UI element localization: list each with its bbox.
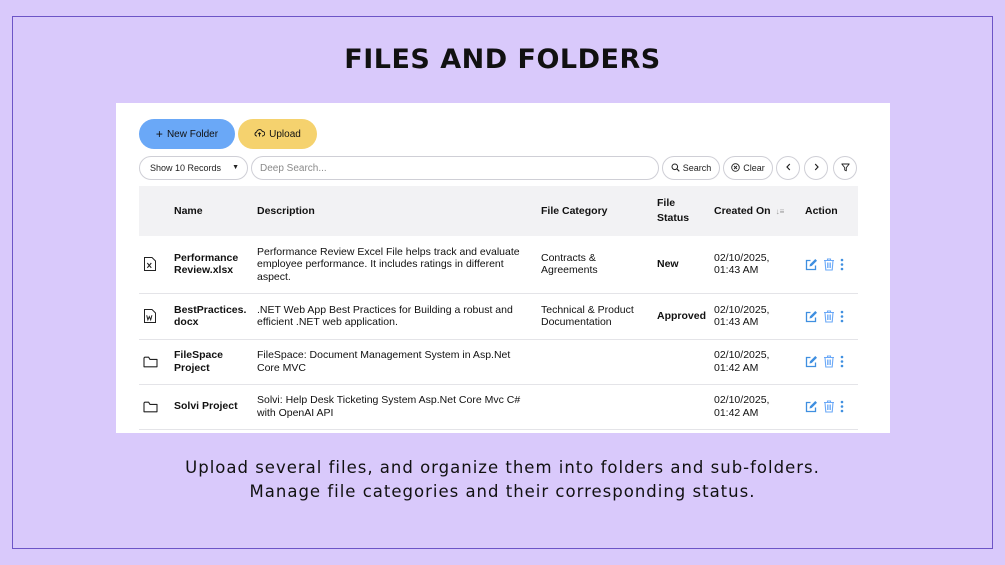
created-time: 01:43 AM xyxy=(714,264,759,277)
created-on: 02/10/2025, 01:43 AM xyxy=(710,236,801,294)
folder-name-link[interactable]: FileSpace Project xyxy=(170,339,253,385)
header-file-status-line2: Status xyxy=(657,212,690,224)
header-created-on-label: Created On xyxy=(714,204,771,217)
row-type-cell xyxy=(139,236,170,294)
tagline-line-1: Upload several files, and organize them … xyxy=(185,458,820,477)
folder-name-link[interactable]: Solvi Project xyxy=(170,384,253,430)
new-folder-button[interactable]: + New Folder xyxy=(139,119,235,149)
edit-icon[interactable] xyxy=(805,400,818,413)
clear-label: Clear xyxy=(743,163,765,173)
word-file-icon xyxy=(143,308,167,324)
created-on: 02/10/2025, 01:43 AM xyxy=(710,293,801,340)
row-type-cell xyxy=(139,339,170,385)
cloud-upload-icon xyxy=(254,128,266,140)
created-time: 01:42 AM xyxy=(714,361,759,374)
row-type-cell xyxy=(139,293,170,340)
plus-icon: + xyxy=(155,127,163,141)
table-header-row: Name Description File Category File Stat… xyxy=(139,186,858,236)
delete-icon[interactable] xyxy=(823,355,835,368)
upload-button[interactable]: Upload xyxy=(238,119,317,149)
header-name[interactable]: Name xyxy=(170,186,253,236)
files-table: Name Description File Category File Stat… xyxy=(139,186,858,430)
header-action: Action xyxy=(801,186,858,236)
row-actions xyxy=(801,293,858,340)
header-description[interactable]: Description xyxy=(253,186,537,236)
chevron-left-icon xyxy=(785,163,792,173)
row-actions xyxy=(801,236,858,294)
created-time: 01:42 AM xyxy=(714,406,759,419)
new-folder-label: New Folder xyxy=(166,128,219,140)
header-file-status[interactable]: File Status xyxy=(653,186,710,236)
records-select-value: Show 10 Records xyxy=(150,163,222,173)
file-category xyxy=(537,339,653,385)
header-file-status-line1: File xyxy=(657,197,676,209)
next-page-button[interactable] xyxy=(804,156,828,180)
page-title: FILES AND FOLDERS xyxy=(344,44,661,75)
clear-button[interactable]: Clear xyxy=(723,156,773,180)
header-file-category[interactable]: File Category xyxy=(537,186,653,236)
folder-icon xyxy=(143,356,167,368)
table-row: Performance Review.xlsx Performance Revi… xyxy=(139,236,858,294)
table-row: Solvi Project Solvi: Help Desk Ticketing… xyxy=(139,384,858,430)
file-description: .NET Web App Best Practices for Building… xyxy=(253,293,537,340)
clear-circle-icon xyxy=(731,162,740,174)
table-toolbar: Show 10 Records ▼ Search Clear xyxy=(116,156,890,180)
chevron-right-icon xyxy=(813,163,820,173)
row-actions xyxy=(801,384,858,430)
feature-tagline: Upload several files, and organize them … xyxy=(0,456,1005,504)
table-row: FileSpace Project FileSpace: Document Ma… xyxy=(139,339,858,385)
sort-icon[interactable]: ↓≡ xyxy=(776,207,785,216)
filter-button[interactable] xyxy=(833,156,857,180)
created-on: 02/10/2025, 01:42 AM xyxy=(710,384,801,430)
deep-search-input[interactable] xyxy=(251,156,659,180)
search-button[interactable]: Search xyxy=(662,156,720,180)
search-label: Search xyxy=(682,163,712,173)
more-options-icon[interactable] xyxy=(840,355,844,368)
created-date: 02/10/2025, xyxy=(714,303,770,316)
created-date: 02/10/2025, xyxy=(714,251,770,264)
excel-file-icon xyxy=(143,256,167,272)
file-status: Approved xyxy=(653,293,710,340)
header-type-cell xyxy=(139,186,170,236)
delete-icon[interactable] xyxy=(823,309,835,323)
more-options-icon[interactable] xyxy=(840,310,844,323)
edit-icon[interactable] xyxy=(805,355,818,368)
created-date: 02/10/2025, xyxy=(714,349,770,361)
created-time: 01:43 AM xyxy=(714,316,759,328)
records-per-page-select[interactable]: Show 10 Records ▼ xyxy=(139,156,248,180)
file-name-link[interactable]: BestPractices.docx xyxy=(170,293,253,340)
folder-description: Solvi: Help Desk Ticketing System Asp.Ne… xyxy=(253,384,537,430)
more-options-icon[interactable] xyxy=(840,400,844,413)
delete-icon[interactable] xyxy=(823,258,835,271)
file-status: New xyxy=(653,236,710,294)
caret-down-icon: ▼ xyxy=(232,164,239,171)
filter-icon xyxy=(840,163,850,174)
header-created-on[interactable]: Created On ↓≡ xyxy=(710,186,801,236)
search-icon xyxy=(671,163,680,174)
edit-icon[interactable] xyxy=(805,258,818,271)
table-row: BestPractices.docx .NET Web App Best Pra… xyxy=(139,293,858,340)
file-status xyxy=(653,339,710,385)
row-type-cell xyxy=(139,384,170,430)
folder-description: FileSpace: Document Management System in… xyxy=(253,339,537,385)
file-status xyxy=(653,384,710,430)
folder-icon xyxy=(143,401,167,413)
created-date: 02/10/2025, xyxy=(714,394,770,406)
row-actions xyxy=(801,339,858,385)
upload-label: Upload xyxy=(269,128,301,140)
file-category: Technical & Product Documentation xyxy=(537,293,653,340)
delete-icon[interactable] xyxy=(823,400,835,413)
file-description: Performance Review Excel File helps trac… xyxy=(253,236,537,294)
file-category: Contracts & Agreements xyxy=(537,236,653,294)
edit-icon[interactable] xyxy=(805,310,818,323)
created-on: 02/10/2025, 01:42 AM xyxy=(710,339,801,385)
file-category xyxy=(537,384,653,430)
file-manager-panel: + New Folder Upload Show 10 Records ▼ Se… xyxy=(116,103,890,433)
tagline-line-2: Manage file categories and their corresp… xyxy=(249,482,756,501)
file-name-link[interactable]: Performance Review.xlsx xyxy=(170,236,253,294)
previous-page-button[interactable] xyxy=(776,156,800,180)
more-options-icon[interactable] xyxy=(840,258,844,271)
